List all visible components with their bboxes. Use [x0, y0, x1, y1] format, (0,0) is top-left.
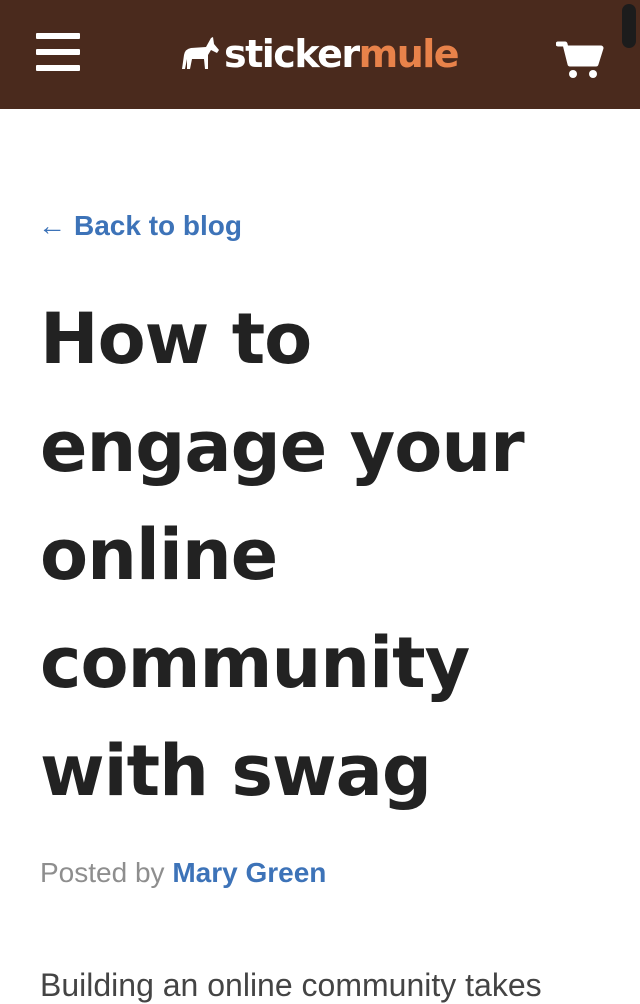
logo-text-sticker: sticker [224, 32, 360, 76]
mule-icon [182, 37, 219, 69]
shopping-cart-icon[interactable] [555, 38, 606, 80]
byline-prefix: Posted by [40, 857, 165, 888]
scrollbar-thumb[interactable] [622, 4, 636, 48]
left-arrow-icon: ← [38, 210, 66, 241]
sticker-mule-logo[interactable]: stickermule [178, 26, 460, 82]
logo-text-mule: mule [358, 32, 460, 76]
author-link[interactable]: Mary Green [172, 857, 326, 888]
top-navigation-bar: stickermule [0, 0, 640, 109]
article-title: How to engage your online community with… [40, 298, 525, 812]
hamburger-menu-icon[interactable] [36, 31, 82, 73]
article-body-first-line: Building an online community takes [40, 967, 542, 1003]
back-to-blog-label: Back to blog [74, 210, 243, 241]
back-to-blog-link[interactable]: ← Back to blog [38, 210, 242, 242]
article-byline: Posted by Mary Green [40, 857, 326, 889]
